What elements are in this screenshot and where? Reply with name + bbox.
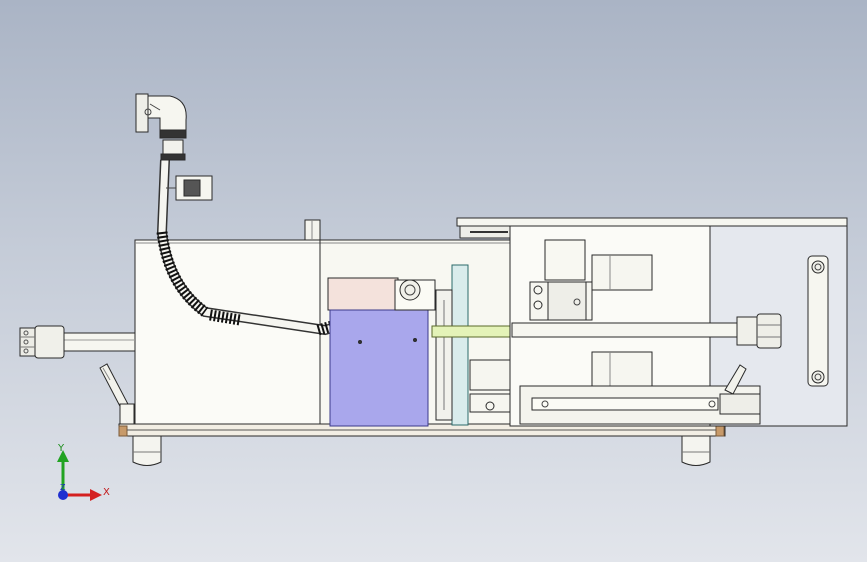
x-axis-label: X bbox=[103, 487, 110, 498]
x-axis-head bbox=[90, 489, 102, 501]
left-handle-lever[interactable] bbox=[99, 363, 135, 425]
triad-graphic bbox=[57, 450, 102, 501]
hose-elbow-fitting[interactable] bbox=[135, 93, 187, 161]
hose-clamp-bracket[interactable] bbox=[166, 175, 213, 201]
leveling-foot-right[interactable] bbox=[681, 435, 711, 466]
z-axis-label: Z bbox=[60, 483, 66, 492]
left-shaft[interactable] bbox=[19, 325, 136, 359]
cad-viewport[interactable]: Y X Z bbox=[0, 0, 867, 562]
y-axis-label: Y bbox=[58, 443, 65, 454]
machine-assembly-drawing[interactable] bbox=[0, 0, 867, 562]
highlighted-tie-bar[interactable] bbox=[431, 325, 513, 338]
mold-block-selected[interactable] bbox=[327, 277, 436, 427]
linear-guide-rail[interactable] bbox=[519, 385, 761, 425]
axis-triad: Y X Z bbox=[40, 440, 130, 510]
lower-cylinders[interactable] bbox=[469, 359, 516, 413]
leveling-foot-left[interactable] bbox=[132, 435, 162, 466]
